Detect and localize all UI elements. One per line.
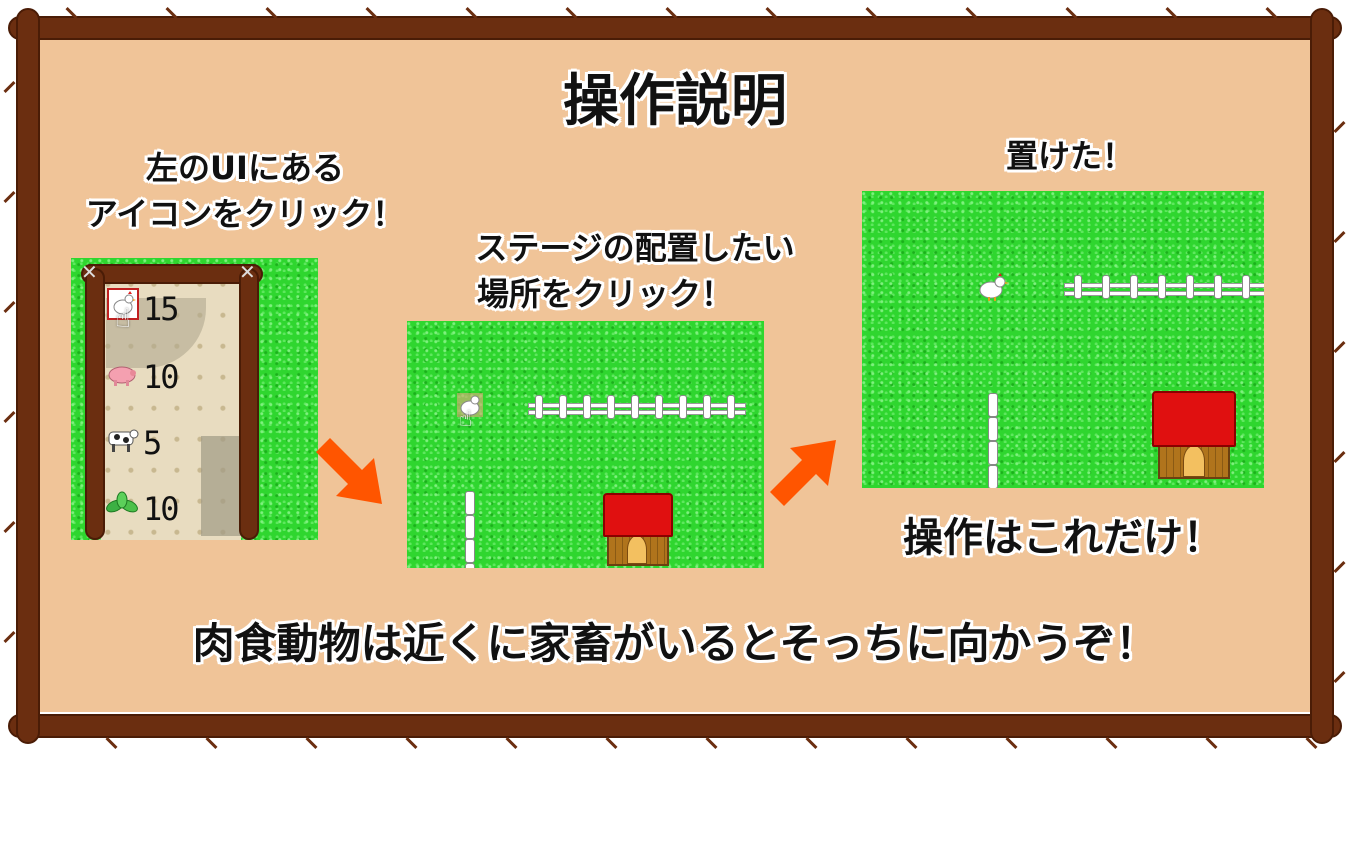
barn-roof bbox=[1152, 391, 1236, 447]
chicken-count: 15 bbox=[143, 290, 180, 328]
fence-post bbox=[1102, 275, 1110, 299]
step3-caption: 置けた！ bbox=[1005, 137, 1134, 175]
log-twig bbox=[805, 736, 818, 750]
step2-stage-panel[interactable]: ☝ bbox=[407, 321, 764, 568]
log-twig bbox=[1005, 736, 1018, 750]
log-twig bbox=[1333, 560, 1346, 574]
log-twig bbox=[905, 736, 918, 750]
step1-caption-line2: アイコンをクリック！ bbox=[85, 195, 405, 233]
fence-post bbox=[1158, 275, 1166, 299]
fence-post bbox=[1186, 275, 1194, 299]
plant-count: 10 bbox=[143, 490, 180, 528]
pointer-hand-icon: ☝ bbox=[459, 407, 473, 432]
log-twig bbox=[3, 520, 16, 534]
log-twig bbox=[1105, 736, 1118, 750]
ui-cross-icon-2: ✕ bbox=[239, 260, 256, 284]
fence-post bbox=[583, 395, 591, 419]
log-twig bbox=[1333, 120, 1346, 134]
fence-post bbox=[1130, 275, 1138, 299]
log-twig bbox=[3, 300, 16, 314]
log-frame-left bbox=[16, 8, 40, 744]
barn-door bbox=[1183, 445, 1205, 477]
barn-roof bbox=[603, 493, 673, 537]
log-twig bbox=[1333, 670, 1346, 684]
arrow-up-right-icon bbox=[770, 440, 836, 506]
step1-caption-line1: 左のUIにある bbox=[146, 149, 344, 187]
cow-icon[interactable] bbox=[105, 424, 139, 458]
log-twig bbox=[3, 410, 16, 424]
fence-post bbox=[727, 395, 735, 419]
step1-ui-panel: ✕ ✕ ☝ 15 10 5 10 bbox=[71, 258, 318, 540]
fence-post bbox=[1242, 275, 1250, 299]
log-twig bbox=[405, 736, 418, 750]
fence-post bbox=[465, 515, 475, 539]
step3-stage-panel bbox=[862, 191, 1264, 488]
fence-post bbox=[679, 395, 687, 419]
log-twig bbox=[1333, 340, 1346, 354]
fence-post bbox=[1074, 275, 1082, 299]
chicken-placed-icon bbox=[976, 273, 1010, 305]
arrow-down-right-icon bbox=[316, 438, 382, 504]
log-frame-top bbox=[8, 16, 1342, 40]
step2-caption-line1: ステージの配置したい bbox=[475, 229, 795, 267]
log-twig bbox=[605, 736, 618, 750]
ui-log-right bbox=[239, 268, 259, 540]
log-twig bbox=[505, 736, 518, 750]
log-twig bbox=[205, 736, 218, 750]
page-title: 操作説明 bbox=[563, 69, 787, 134]
fence-post bbox=[535, 395, 543, 419]
log-twig bbox=[105, 736, 118, 750]
fence-post bbox=[1214, 275, 1222, 299]
fence-post bbox=[465, 563, 475, 568]
log-frame-bottom bbox=[8, 714, 1342, 738]
fence-post bbox=[703, 395, 711, 419]
fence-post bbox=[631, 395, 639, 419]
log-twig bbox=[3, 630, 16, 644]
log-twig bbox=[3, 190, 16, 204]
cow-count: 5 bbox=[143, 424, 162, 462]
pig-icon[interactable] bbox=[105, 360, 139, 392]
fence-post bbox=[465, 539, 475, 563]
fence-post bbox=[988, 441, 998, 465]
step2-caption-line2: 場所をクリック！ bbox=[476, 275, 733, 313]
fence-post bbox=[655, 395, 663, 419]
footer-hint: 肉食動物は近くに家畜がいるとそっちに向かうぞ！ bbox=[192, 619, 1158, 668]
log-twig bbox=[1333, 450, 1346, 464]
log-twig bbox=[705, 736, 718, 750]
log-twig bbox=[1333, 230, 1346, 244]
fence-post bbox=[465, 491, 475, 515]
barn-door bbox=[627, 535, 647, 564]
fence-post bbox=[559, 395, 567, 419]
ui-log-top bbox=[81, 264, 263, 284]
log-twig bbox=[305, 736, 318, 750]
fence-post bbox=[988, 393, 998, 417]
log-twig bbox=[3, 80, 16, 94]
fence-post bbox=[988, 465, 998, 488]
pig-count: 10 bbox=[143, 358, 180, 396]
fence-post bbox=[607, 395, 615, 419]
step3-summary: 操作はこれだけ！ bbox=[903, 515, 1223, 561]
fence-post bbox=[988, 417, 998, 441]
plant-icon[interactable] bbox=[105, 490, 139, 524]
log-frame-right bbox=[1310, 8, 1334, 744]
ui-cross-icon: ✕ bbox=[81, 260, 98, 284]
pointer-hand-icon: ☝ bbox=[115, 304, 131, 334]
ui-log-left bbox=[85, 268, 105, 540]
log-twig bbox=[1205, 736, 1218, 750]
